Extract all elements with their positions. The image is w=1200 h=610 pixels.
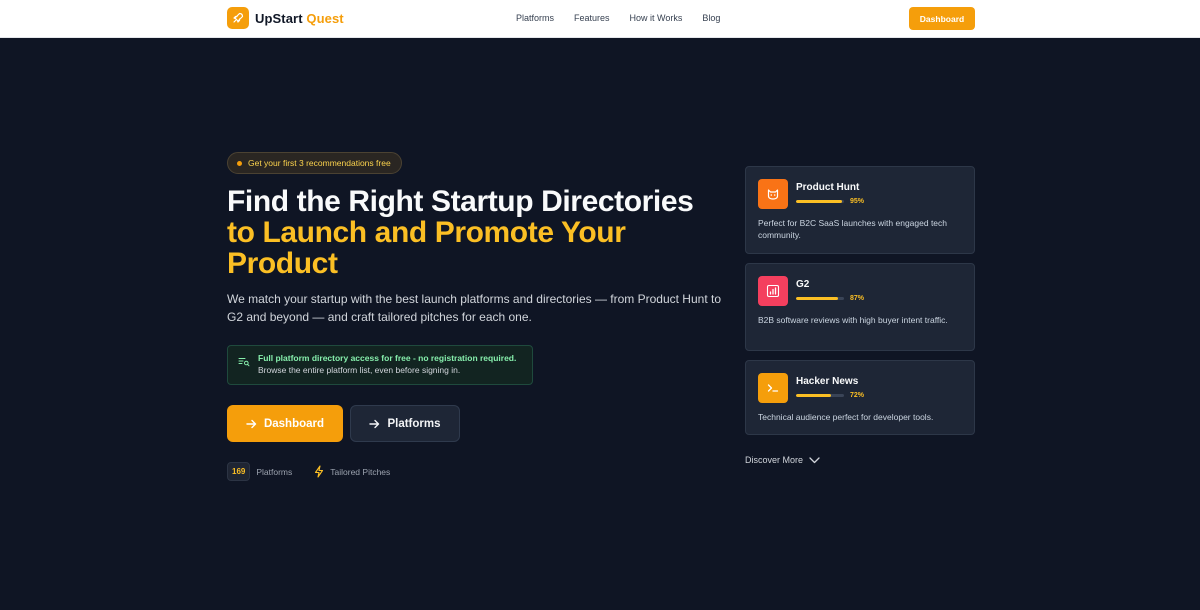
card-header: G2 87% <box>758 276 962 306</box>
cat-icon <box>758 179 788 209</box>
platform-card-hacker-news[interactable]: Hacker News 72% Technical audience perfe… <box>745 360 975 435</box>
free-access-notice: Full platform directory access for free … <box>227 345 533 385</box>
bar-chart-icon <box>758 276 788 306</box>
brand-name-accent: Quest <box>306 10 344 26</box>
card-header: Product Hunt 95% <box>758 179 962 209</box>
platform-card-g2[interactable]: G2 87% B2B software reviews with high bu… <box>745 263 975 351</box>
score-bar-fill <box>796 200 842 203</box>
notice-body: Browse the entire platform list, even be… <box>258 365 461 375</box>
score-bar-fill <box>796 394 831 397</box>
nav-dashboard-button[interactable]: Dashboard <box>909 7 975 30</box>
score-bar <box>796 297 844 300</box>
nav-link-how-it-works[interactable]: How it Works <box>630 13 683 23</box>
hero-platforms-button[interactable]: Platforms <box>350 405 460 442</box>
score-bar-fill <box>796 297 838 300</box>
score-value: 72% <box>850 392 865 399</box>
discover-more-label: Discover More <box>745 455 804 465</box>
lightning-icon <box>315 465 324 478</box>
card-description: Technical audience perfect for developer… <box>758 412 934 422</box>
platform-count: 169 <box>227 462 251 481</box>
card-title: G2 <box>796 279 810 290</box>
list-search-icon <box>238 354 250 372</box>
chevron-down-icon <box>809 456 820 463</box>
nav-link-platforms[interactable]: Platforms <box>516 13 554 23</box>
tailored-pitches-label: Tailored Pitches <box>330 466 391 477</box>
brand-name-main: UpStart <box>255 10 303 26</box>
arrow-right-icon <box>246 419 257 428</box>
nav-link-features[interactable]: Features <box>574 13 610 23</box>
score-row: 87% <box>796 295 864 302</box>
notice-text: Full platform directory access for free … <box>258 352 516 376</box>
arrow-right-icon <box>369 419 380 428</box>
badge-dot-icon <box>237 160 242 166</box>
card-description: Perfect for B2C SaaS launches with engag… <box>758 218 948 240</box>
card-title: Hacker News <box>796 376 859 387</box>
brand[interactable]: UpStart Quest <box>227 7 344 29</box>
top-nav: UpStart Quest Platforms Features How it … <box>0 0 1200 38</box>
promo-badge: Get your first 3 recommendations free <box>227 152 402 174</box>
card-title: Product Hunt <box>796 182 860 193</box>
score-bar <box>796 200 844 203</box>
nav-links: Platforms Features How it Works Blog <box>516 13 720 23</box>
score-value: 87% <box>850 295 865 302</box>
hero-headline: Find the Right Startup Directories to La… <box>227 186 707 279</box>
hero-subtitle: We match your startup with the best laun… <box>227 292 721 324</box>
headline-accent: to Launch and Promote Your Product <box>227 216 626 280</box>
score-row: 72% <box>796 392 864 399</box>
brand-name: UpStart Quest <box>255 11 344 26</box>
hero-dashboard-label: Dashboard <box>263 417 325 430</box>
score-bar <box>796 394 844 397</box>
headline-line1: Find the Right Startup Directories <box>227 185 694 218</box>
nav-link-blog[interactable]: Blog <box>702 13 720 23</box>
terminal-icon <box>758 373 788 403</box>
hero-platforms-label: Platforms <box>387 417 441 430</box>
promo-badge-text: Get your first 3 recommendations free <box>248 158 391 168</box>
platform-card-product-hunt[interactable]: Product Hunt 95% Perfect for B2C SaaS la… <box>745 166 975 254</box>
discover-more-button[interactable]: Discover More <box>745 455 820 465</box>
rocket-icon <box>227 7 249 29</box>
hero-stats: 169 Platforms Tailored Pitches <box>227 462 390 481</box>
card-description: B2B software reviews with high buyer int… <box>758 315 948 325</box>
platform-count-label: Platforms <box>256 466 293 477</box>
card-header: Hacker News 72% <box>758 373 962 403</box>
notice-title: Full platform directory access for free … <box>258 353 517 363</box>
score-value: 95% <box>850 198 865 205</box>
score-row: 95% <box>796 198 864 205</box>
hero-dashboard-button[interactable]: Dashboard <box>227 405 343 442</box>
